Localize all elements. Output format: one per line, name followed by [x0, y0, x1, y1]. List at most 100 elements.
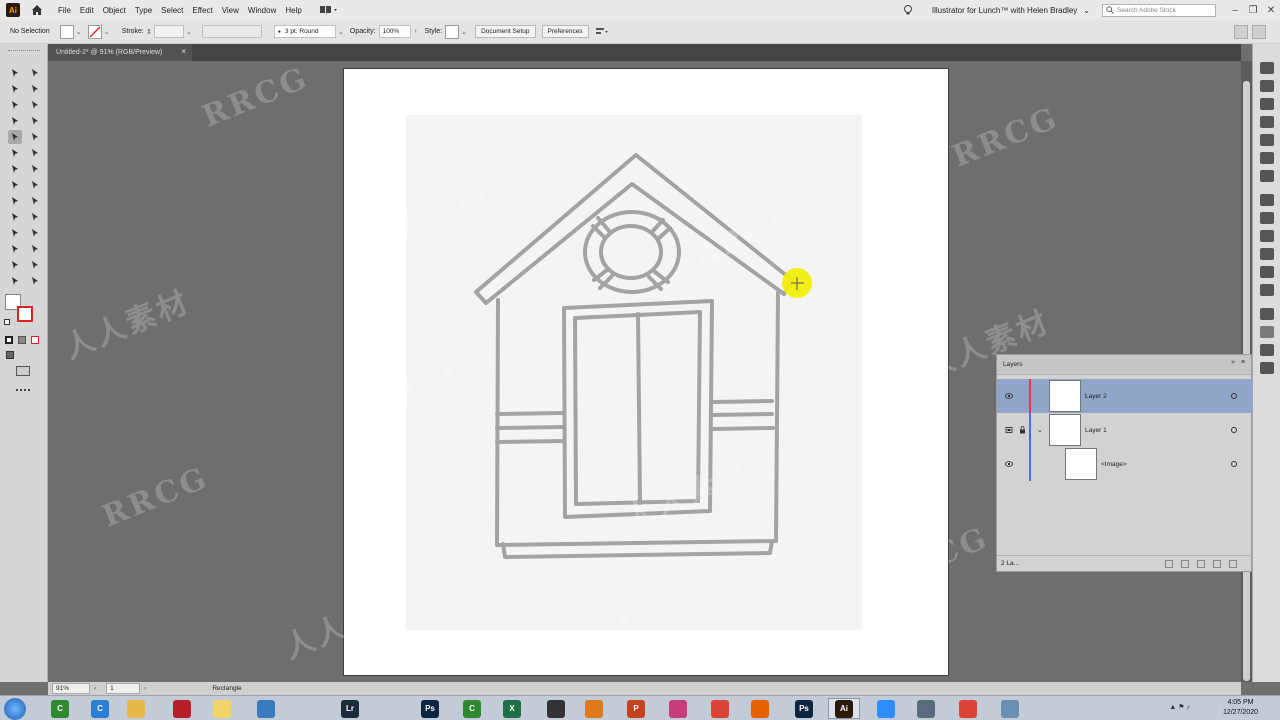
pen-tool-icon[interactable] — [8, 98, 22, 112]
arrange-documents-icon[interactable] — [319, 4, 341, 16]
lightbulb-icon[interactable] — [902, 4, 914, 16]
visibility-eye-icon[interactable] — [1005, 427, 1013, 433]
width-tool-icon[interactable] — [8, 178, 22, 192]
artboards-panel-icon[interactable] — [1260, 362, 1274, 374]
mesh-tool-icon[interactable] — [8, 210, 22, 224]
opacity-input[interactable]: 100% — [378, 25, 411, 38]
screen-mode-icon[interactable] — [16, 366, 30, 376]
taskbar-app-chrome[interactable] — [704, 698, 736, 719]
taskbar-app-powerpoint[interactable]: P — [620, 698, 652, 719]
align-panel-icon[interactable] — [1234, 25, 1248, 39]
hand-tool-icon[interactable] — [8, 274, 22, 288]
next-artboard-icon[interactable]: › — [144, 685, 146, 692]
menu-edit[interactable]: Edit — [80, 6, 94, 15]
align-panel-icon[interactable] — [1260, 266, 1274, 278]
fill-dropdown[interactable]: ⌄ — [74, 28, 84, 36]
type-tool-icon[interactable] — [8, 114, 22, 128]
taskbar-app-excel[interactable]: X — [496, 698, 528, 719]
taskbar-app-file-explorer[interactable] — [120, 698, 152, 719]
symbols-panel-icon[interactable] — [1260, 212, 1274, 224]
layer-row-layer-2[interactable]: Layer 2 — [997, 379, 1253, 413]
taskbar-app-notepad[interactable] — [206, 698, 238, 719]
curvature-tool-icon[interactable] — [28, 98, 42, 112]
stroke-panel-icon[interactable] — [1260, 116, 1274, 128]
libraries-panel-icon[interactable] — [1260, 80, 1274, 92]
locate-object-icon[interactable] — [1165, 560, 1173, 568]
brush-definition-dropdown[interactable]: ● 3 pt. Round — [273, 25, 336, 38]
taskbar-app-chrome-2[interactable] — [952, 698, 984, 719]
system-clock[interactable]: 4:05 PM 12/27/2020 — [1223, 698, 1258, 718]
paintbrush-tool-icon[interactable] — [28, 130, 42, 144]
variable-width-profile[interactable] — [201, 25, 262, 38]
perspective-grid-tool-icon[interactable] — [28, 194, 42, 208]
visibility-eye-icon[interactable] — [1005, 393, 1013, 399]
draw-normal-icon[interactable] — [6, 351, 14, 359]
taskbar-app-chrome-dev[interactable]: C — [84, 698, 116, 719]
layer-row-image[interactable]: <Image> — [997, 447, 1253, 481]
stroke-swatch[interactable] — [87, 24, 102, 39]
taskbar-app-zoom[interactable] — [870, 698, 902, 719]
slice-tool-icon[interactable] — [28, 258, 42, 272]
symbol-sprayer-tool-icon[interactable] — [8, 242, 22, 256]
graphic-style-swatch[interactable] — [445, 24, 460, 39]
column-graph-tool-icon[interactable] — [28, 242, 42, 256]
taskbar-app-firefox[interactable] — [744, 698, 776, 719]
minimize-button[interactable]: – — [1226, 5, 1244, 16]
transparency-panel-icon[interactable] — [1260, 170, 1274, 182]
preferences-button[interactable]: Preferences — [541, 25, 589, 38]
layer-name[interactable]: Layer 2 — [1085, 393, 1107, 400]
arrange-icon[interactable] — [595, 26, 609, 38]
appearance-panel-icon[interactable] — [1260, 248, 1274, 260]
shaper-tool-icon[interactable] — [8, 146, 22, 160]
taskbar-app-illustrator[interactable]: Ai — [828, 698, 860, 719]
artboard-number-field[interactable]: 1 — [106, 683, 141, 694]
line-tool-icon[interactable] — [28, 114, 42, 128]
stroke-weight-stepper[interactable]: ⇕ — [144, 28, 154, 36]
magic-wand-tool-icon[interactable] — [8, 82, 22, 96]
system-tray-icons[interactable]: ▲ ⚑ ♪ — [1169, 703, 1190, 711]
layers-panel-menu-icon[interactable]: » ≡ — [1231, 359, 1245, 366]
layer-target-icon[interactable] — [1231, 461, 1237, 467]
free-transform-tool-icon[interactable] — [28, 178, 42, 192]
transform-panel-icon[interactable] — [1260, 308, 1274, 320]
swatches-panel-icon[interactable] — [1260, 134, 1274, 146]
taskbar-app-screen[interactable] — [994, 698, 1026, 719]
layer-target-icon[interactable] — [1231, 427, 1237, 433]
taskbar-app-lightroom[interactable]: Lr — [334, 698, 366, 719]
taskbar-app-search-app[interactable] — [578, 698, 610, 719]
adobe-stock-search-input[interactable]: Search Adobe Stock — [1102, 3, 1216, 17]
asset-export-panel-icon[interactable] — [1260, 344, 1274, 356]
placed-sketch-image[interactable] — [406, 115, 862, 630]
taskbar-app-globe[interactable] — [250, 698, 282, 719]
home-icon[interactable] — [30, 3, 44, 17]
new-layer-icon[interactable] — [1213, 560, 1221, 568]
taskbar-app-camtasia-2[interactable]: C — [456, 698, 488, 719]
gradient-tool-icon[interactable] — [28, 210, 42, 224]
graphic-styles-panel-icon[interactable] — [1260, 230, 1274, 242]
taskbar-app-pen-app[interactable] — [910, 698, 942, 719]
layer-row-layer-1[interactable]: ⌄ Layer 1 — [997, 413, 1253, 447]
visibility-eye-icon[interactable] — [1005, 461, 1013, 467]
taskbar-app-photoshop-2[interactable]: Ps — [788, 698, 820, 719]
lock-icon[interactable] — [1019, 426, 1026, 434]
layers-panel-title[interactable]: Layers — [1003, 361, 1023, 368]
chevron-down-icon[interactable]: ⌄ — [1083, 6, 1090, 15]
none-mode-icon[interactable] — [31, 336, 39, 344]
eyedropper-tool-icon[interactable] — [8, 226, 22, 240]
workspace-switcher[interactable]: Illustrator for Lunch™ with Helen Bradle… — [932, 6, 1077, 15]
stroke-weight-input[interactable] — [153, 25, 184, 38]
document-setup-button[interactable]: Document Setup — [475, 25, 536, 38]
rotate-tool-icon[interactable] — [8, 162, 22, 176]
layer-target-icon[interactable] — [1231, 393, 1237, 399]
fill-swatch[interactable] — [59, 24, 74, 39]
shape-builder-tool-icon[interactable] — [8, 194, 22, 208]
opacity-arrow[interactable]: › — [411, 28, 421, 35]
stroke-color-box[interactable] — [17, 306, 33, 322]
create-sublayer-icon[interactable] — [1197, 560, 1205, 568]
properties-panel-icon[interactable] — [1260, 62, 1274, 74]
menu-view[interactable]: View — [222, 6, 239, 15]
menu-window[interactable]: Window — [248, 6, 276, 15]
default-colors-icon[interactable] — [4, 319, 10, 325]
edit-toolbar-icon[interactable] — [16, 389, 30, 392]
style-dropdown[interactable]: ⌄ — [459, 28, 469, 36]
